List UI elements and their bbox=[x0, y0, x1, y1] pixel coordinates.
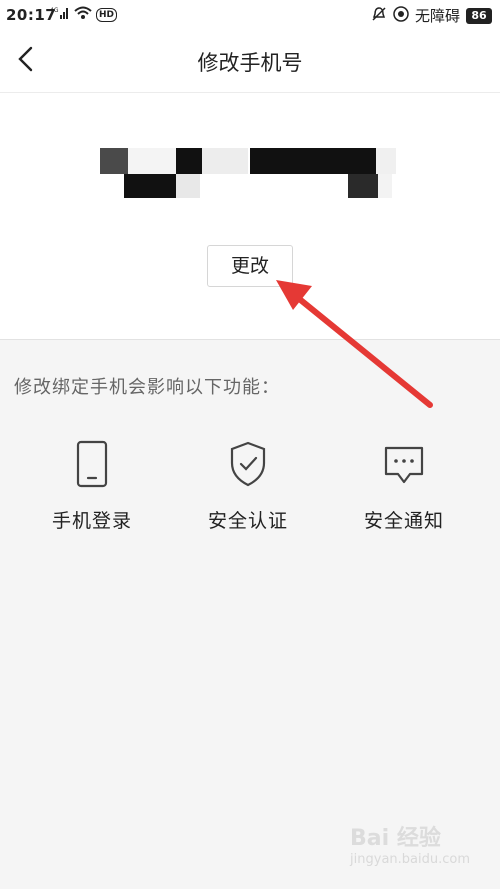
message-icon bbox=[384, 446, 424, 484]
signal-icon: 4G bbox=[50, 6, 70, 24]
svg-text:4G: 4G bbox=[50, 7, 59, 14]
status-right: 无障碍 86 bbox=[371, 5, 492, 26]
features-list: 手机登录 安全认证 安全通知 bbox=[0, 440, 500, 540]
watermark-brand: Bai 经验 bbox=[350, 826, 441, 851]
phone-card: 更改 bbox=[0, 93, 500, 340]
status-bar: 20:17 4G HD 无障碍 86 bbox=[0, 0, 500, 30]
page-title: 修改手机号 bbox=[197, 51, 303, 75]
feature-label: 安全认证 bbox=[207, 510, 288, 532]
watermark: Bai 经验 jingyan.baidu.com bbox=[350, 820, 470, 867]
feature-security-auth: 安全认证 bbox=[178, 440, 318, 533]
features-section-label: 修改绑定手机会影响以下功能： bbox=[14, 377, 280, 398]
accessibility-icon bbox=[393, 5, 409, 26]
hd-icon: HD bbox=[96, 8, 118, 22]
phone-icon bbox=[76, 440, 108, 488]
watermark-url: jingyan.baidu.com bbox=[350, 852, 470, 867]
change-button[interactable]: 更改 bbox=[207, 245, 293, 287]
accessibility-label: 无障碍 bbox=[414, 7, 460, 25]
battery-indicator: 86 bbox=[466, 7, 492, 24]
shield-check-icon bbox=[230, 441, 266, 487]
status-time: 20:17 bbox=[6, 6, 57, 24]
feature-security-notice: 安全通知 bbox=[334, 440, 474, 533]
wifi-icon bbox=[74, 6, 92, 24]
mute-bell-icon bbox=[371, 6, 387, 26]
status-left-icons: 4G HD bbox=[50, 6, 118, 24]
feature-label: 手机登录 bbox=[51, 510, 132, 532]
masked-phone-number bbox=[100, 148, 400, 198]
feature-phone-login: 手机登录 bbox=[22, 440, 162, 533]
feature-label: 安全通知 bbox=[363, 510, 444, 532]
nav-bar: 修改手机号 bbox=[0, 30, 500, 93]
